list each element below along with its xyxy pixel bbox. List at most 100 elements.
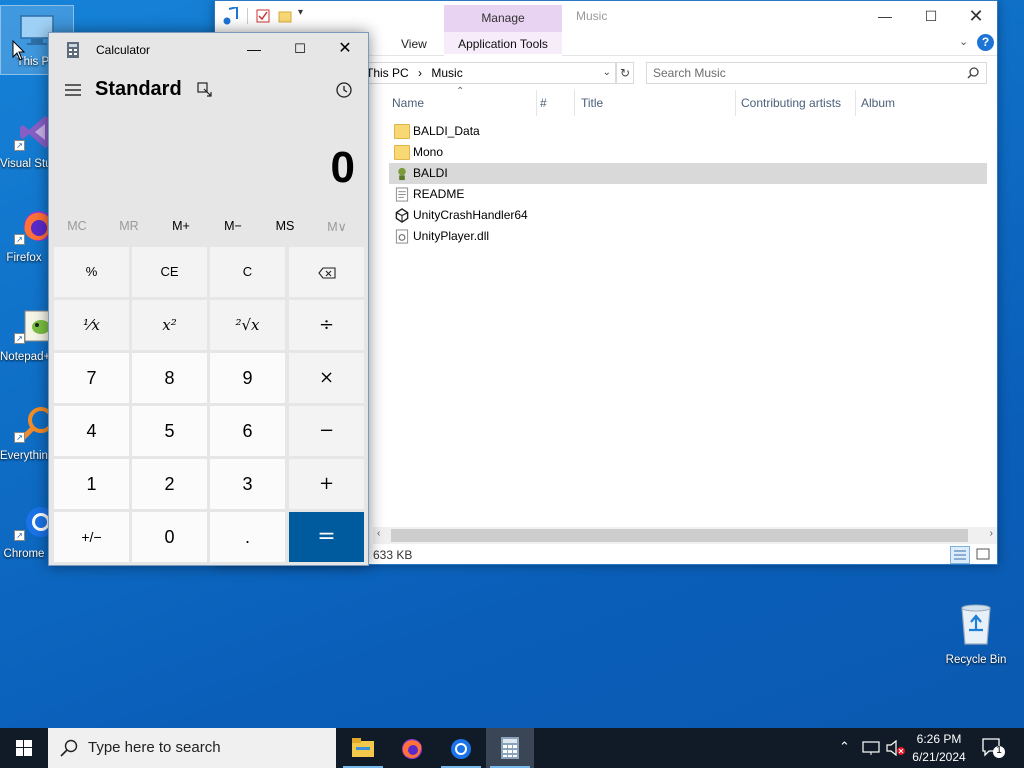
mouse-cursor-icon [12,40,26,61]
column-header-album[interactable]: Album [856,90,986,116]
dll-file-icon [395,229,409,244]
ribbon-collapse-icon[interactable]: ⌄ [959,35,968,48]
digit-8-button[interactable]: 8 [132,353,207,403]
digit-1-button[interactable]: 1 [54,459,129,509]
column-header-title[interactable]: Title [576,90,736,116]
add-button[interactable]: + [289,459,364,509]
new-folder-icon[interactable] [278,9,292,23]
taskbar-calculator[interactable] [486,728,534,768]
search-input[interactable]: Search Music [646,62,987,84]
history-icon[interactable] [335,81,353,99]
address-bar[interactable]: This PC › Music ⌄ [359,62,616,84]
start-button[interactable] [0,728,48,768]
tab-manage[interactable]: Manage [444,5,562,32]
notification-count-badge: 1 [996,745,1002,756]
memory-recall-button[interactable]: MR [103,219,155,233]
digit-9-button[interactable]: 9 [210,353,285,403]
desktop-icon-label: Chrome [3,548,45,560]
hamburger-menu-icon[interactable] [65,83,81,97]
calc-close-button[interactable]: ✕ [332,37,358,61]
baldi-app-icon [398,167,406,181]
negate-button[interactable]: +/− [54,512,129,562]
status-size: 633 KB [373,548,413,562]
taskbar-chrome[interactable] [437,728,485,768]
clock-date[interactable]: 6/21/2024 [899,750,979,764]
properties-check-icon[interactable] [256,9,270,23]
clear-entry-button[interactable]: CE [132,247,207,297]
column-header-contributing-artists[interactable]: Contributing artists [736,90,856,116]
clear-button[interactable]: C [210,247,285,297]
minimize-button[interactable]: — [862,1,908,32]
scroll-right-icon[interactable]: › [990,528,993,539]
memory-subtract-button[interactable]: M− [207,219,259,233]
keep-on-top-icon[interactable] [197,82,213,98]
address-dropdown-icon[interactable]: ⌄ [603,63,611,83]
file-row[interactable]: BALDI_Data [389,121,987,142]
memory-store-button[interactable]: MS [259,219,311,233]
file-row[interactable]: Mono [389,142,987,163]
horizontal-scrollbar[interactable]: ‹ › [373,527,997,544]
calculator-mode-title: Standard [95,78,182,100]
breadcrumb-music[interactable]: Music [431,66,462,80]
tab-application-tools[interactable]: Application Tools [444,32,562,56]
reciprocal-button[interactable]: ¹⁄x [54,300,129,350]
memory-add-button[interactable]: M+ [155,219,207,233]
digit-0-button[interactable]: 0 [132,512,207,562]
digit-5-button[interactable]: 5 [132,406,207,456]
file-row[interactable]: UnityCrashHandler64 [389,205,987,226]
calc-maximize-button[interactable]: ☐ [287,37,313,61]
shortcut-arrow-icon: ↗ [14,530,25,541]
desktop-icon-label: Everything [0,450,48,462]
maximize-button[interactable]: ☐ [908,1,954,32]
file-name: UnityPlayer.dll [413,229,490,243]
subtract-button[interactable]: − [289,406,364,456]
show-hidden-icons-chevron-icon[interactable]: ⌃ [839,739,850,755]
digit-2-button[interactable]: 2 [132,459,207,509]
file-row[interactable]: BALDI [389,163,987,184]
digit-7-button[interactable]: 7 [54,353,129,403]
status-bar: 633 KB [373,545,999,565]
taskbar-search-box[interactable]: Type here to search [48,728,336,768]
music-note-icon [223,7,238,25]
memory-clear-button[interactable]: MC [51,219,103,233]
desktop-icon-label: Notepad++ [0,351,48,363]
breadcrumb-this-pc[interactable]: This PC [366,66,409,80]
calc-minimize-button[interactable]: — [241,37,267,61]
digit-4-button[interactable]: 4 [54,406,129,456]
tab-view[interactable]: View [401,37,427,51]
memory-list-button[interactable]: M∨ [311,219,363,234]
taskbar-firefox[interactable] [388,728,436,768]
file-row[interactable]: UnityPlayer.dll [389,226,987,247]
scrollbar-thumb[interactable] [391,529,968,542]
close-button[interactable]: ✕ [953,1,999,32]
divide-button[interactable]: ÷ [289,300,364,350]
calculator-app-icon [67,42,79,58]
square-root-button[interactable]: ²√x [210,300,285,350]
help-icon[interactable]: ? [977,34,994,51]
taskbar-file-explorer[interactable] [339,728,387,768]
quick-access-dropdown-icon[interactable]: ▾ [298,7,303,18]
notification-center-button[interactable]: 1 [980,736,1006,760]
digit-6-button[interactable]: 6 [210,406,285,456]
file-row[interactable]: README [389,184,987,205]
equals-button[interactable]: = [289,512,364,562]
file-explorer-icon [352,738,374,757]
multiply-button[interactable]: × [289,353,364,403]
percent-button[interactable]: % [54,247,129,297]
backspace-button[interactable] [289,247,364,297]
column-header-number[interactable]: # [535,90,575,116]
scroll-left-icon[interactable]: ‹ [377,528,380,539]
shortcut-arrow-icon: ↗ [14,140,25,151]
desktop-icon-recycle-bin[interactable]: Recycle Bin [937,600,1015,666]
digit-3-button[interactable]: 3 [210,459,285,509]
clock-time[interactable]: 6:26 PM [899,732,979,746]
unity-icon [395,208,409,223]
refresh-button[interactable]: ↻ [616,62,634,84]
details-view-button[interactable] [950,546,970,564]
file-name: README [413,187,465,201]
large-icons-view-button[interactable] [974,546,994,564]
firefox-icon [402,739,422,759]
decimal-button[interactable]: . [210,512,285,562]
network-icon[interactable] [862,740,880,756]
square-button[interactable]: x² [132,300,207,350]
